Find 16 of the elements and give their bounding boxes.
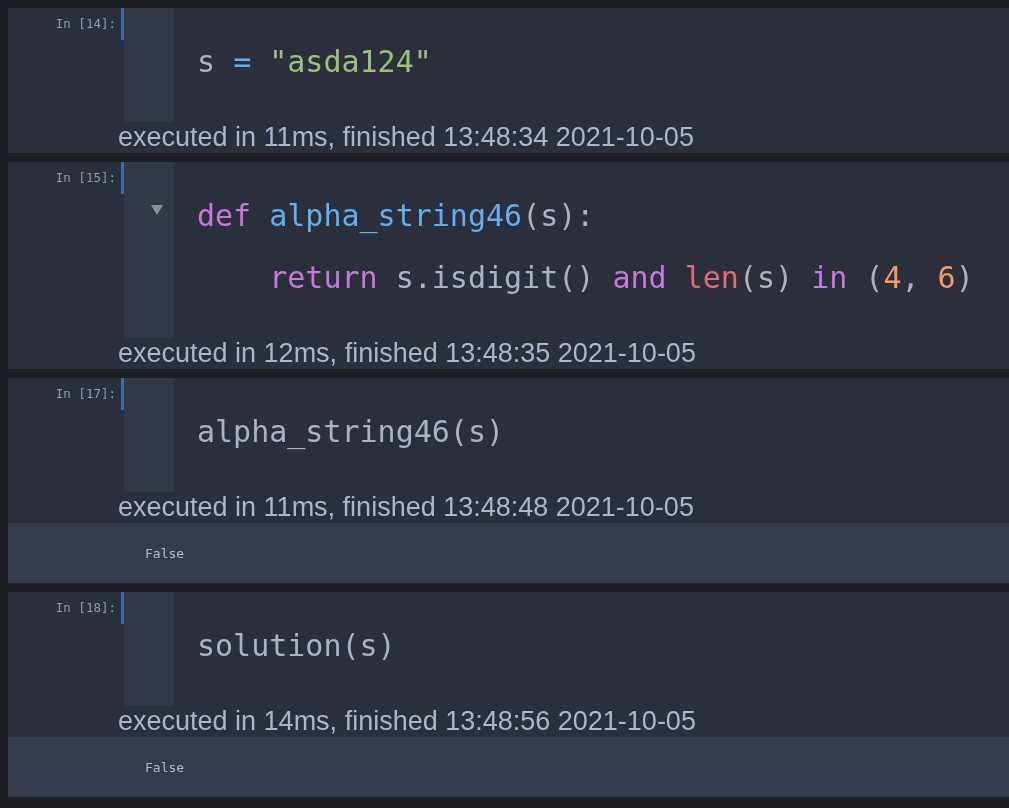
execution-time-text: executed in 12ms, finished 13:48:35 2021-10-05	[117, 338, 696, 369]
cell-prompt: In [15]:	[54, 169, 116, 185]
fold-triangle-icon[interactable]	[151, 205, 163, 215]
output-text: False	[145, 545, 185, 561]
execution-time-text: executed in 14ms, finished 13:48:56 2021-10-05	[117, 706, 696, 737]
code-line: def alpha_string46(s):	[197, 197, 595, 236]
cell-prompt: In [18]:	[54, 599, 116, 615]
code-line: alpha_string46(s)	[197, 413, 505, 452]
code-line: s = "asda124"	[197, 43, 432, 81]
execution-time-text: executed in 11ms, finished 13:48:34 2021-10-05	[117, 122, 694, 153]
output-text: False	[145, 759, 185, 775]
cell-prompt: In [17]:	[54, 385, 116, 401]
execution-time-text: executed in 11ms, finished 13:48:48 2021-10-05	[117, 492, 694, 523]
code-line: solution(s)	[197, 627, 396, 665]
cell-prompt: In [14]:	[54, 15, 116, 31]
code-line: return s.isdigit() and len(s) in (4, 6)	[268, 259, 974, 297]
